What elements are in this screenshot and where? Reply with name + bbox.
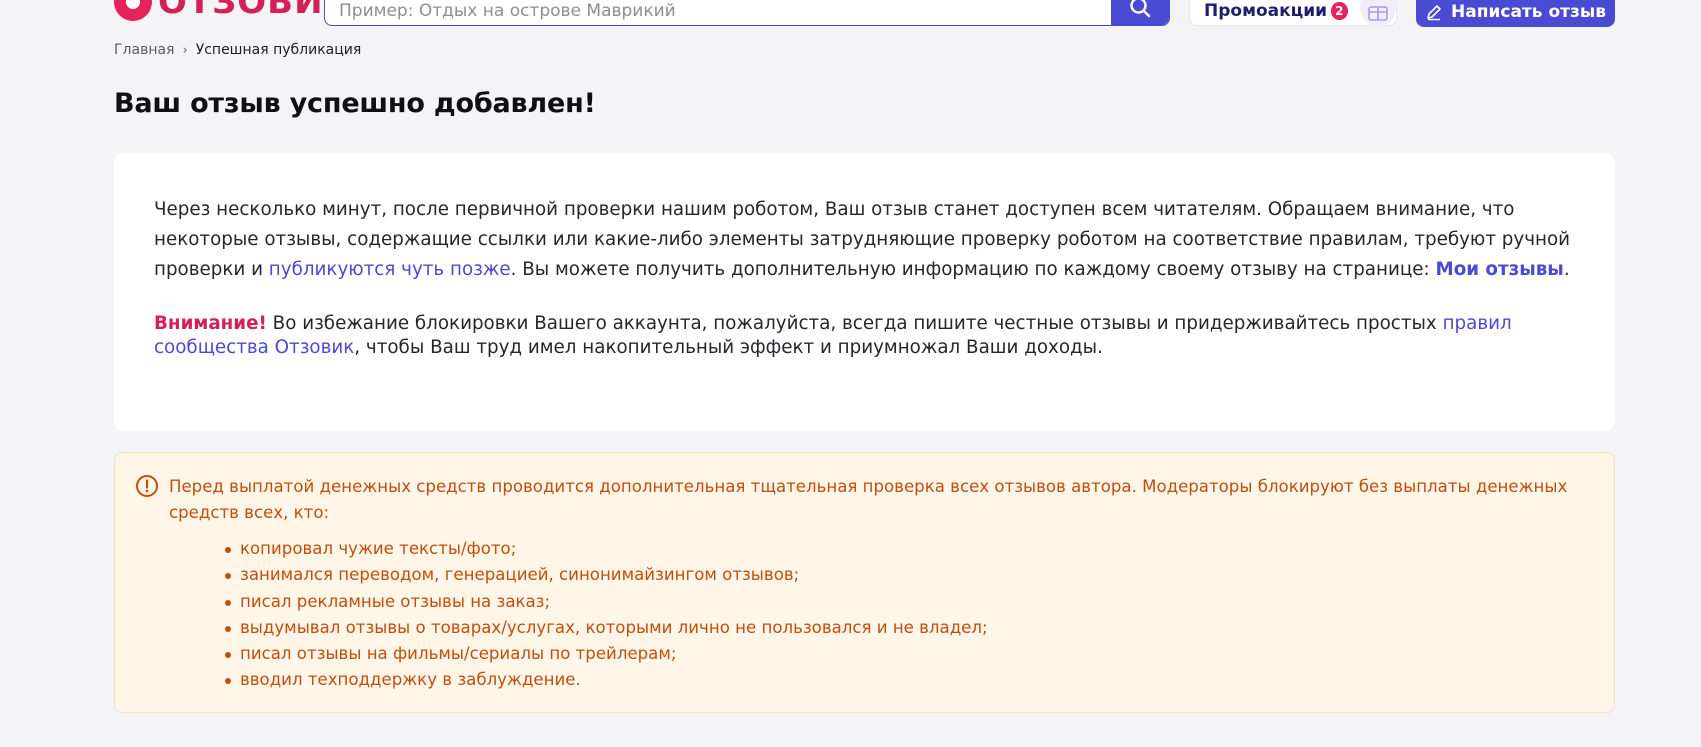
attention-label: Внимание! bbox=[154, 313, 267, 334]
search-input[interactable] bbox=[325, 0, 1111, 25]
notice-text-3: . bbox=[1563, 259, 1570, 280]
otzovik-logo-icon bbox=[114, 0, 152, 21]
site-logo[interactable]: ОТЗОВИК bbox=[114, 0, 352, 22]
list-item: выдумывал отзывы о товарах/услугах, кото… bbox=[225, 615, 1592, 641]
list-item: писал отзывы на фильмы/сериалы по трейле… bbox=[225, 641, 1592, 667]
warning-list: копировал чужие тексты/фото; занимался п… bbox=[135, 536, 1592, 694]
breadcrumb-current: Успешная публикация bbox=[195, 42, 362, 58]
attention-text: Во избежание блокировки Вашего аккаунта,… bbox=[266, 313, 1443, 334]
breadcrumb-separator: › bbox=[182, 42, 188, 58]
list-item: занимался переводом, генерацией, синоним… bbox=[225, 562, 1592, 588]
payout-warning-box: Перед выплатой денежных средств проводит… bbox=[114, 452, 1615, 713]
site-header: ОТЗОВИК Промоакции 2 Написать отзыв bbox=[0, 0, 1701, 30]
notice-text-2: . Вы можете получить дополнительную инфо… bbox=[510, 259, 1436, 280]
write-review-label: Написать отзыв bbox=[1451, 1, 1606, 22]
search-button[interactable] bbox=[1111, 0, 1169, 25]
attention-paragraph: Внимание! Во избежание блокировки Вашего… bbox=[154, 312, 1575, 360]
breadcrumb-home-link[interactable]: Главная bbox=[114, 42, 174, 58]
attention-tail: , чтобы Ваш труд имел накопительный эффе… bbox=[354, 337, 1103, 358]
published-later-link[interactable]: публикуются чуть позже bbox=[269, 259, 511, 280]
write-review-button[interactable]: Написать отзыв bbox=[1416, 0, 1615, 27]
warning-intro: Перед выплатой денежных средств проводит… bbox=[169, 477, 1568, 522]
list-item: копировал чужие тексты/фото; bbox=[225, 536, 1592, 562]
exclamation-circle-icon bbox=[136, 475, 158, 497]
promo-label: Промоакции bbox=[1204, 1, 1328, 21]
list-item: вводил техподдержку в заблуждение. bbox=[225, 667, 1592, 693]
success-notice-card: Через несколько минут, после первичной п… bbox=[114, 153, 1615, 431]
list-item: писал рекламные отзывы на заказ; bbox=[225, 589, 1592, 615]
notice-paragraph: Через несколько минут, после первичной п… bbox=[154, 195, 1575, 285]
gift-icon bbox=[1359, 0, 1396, 27]
promo-button[interactable]: Промоакции 2 bbox=[1189, 0, 1397, 27]
my-reviews-link[interactable]: Мои отзывы bbox=[1436, 259, 1564, 280]
promo-count-badge: 2 bbox=[1331, 2, 1348, 20]
page-title: Ваш отзыв успешно добавлен! bbox=[114, 88, 596, 119]
breadcrumb: Главная › Успешная публикация bbox=[114, 42, 361, 58]
search-icon bbox=[1130, 0, 1151, 18]
search-bar bbox=[324, 0, 1170, 26]
pencil-icon bbox=[1427, 4, 1441, 20]
